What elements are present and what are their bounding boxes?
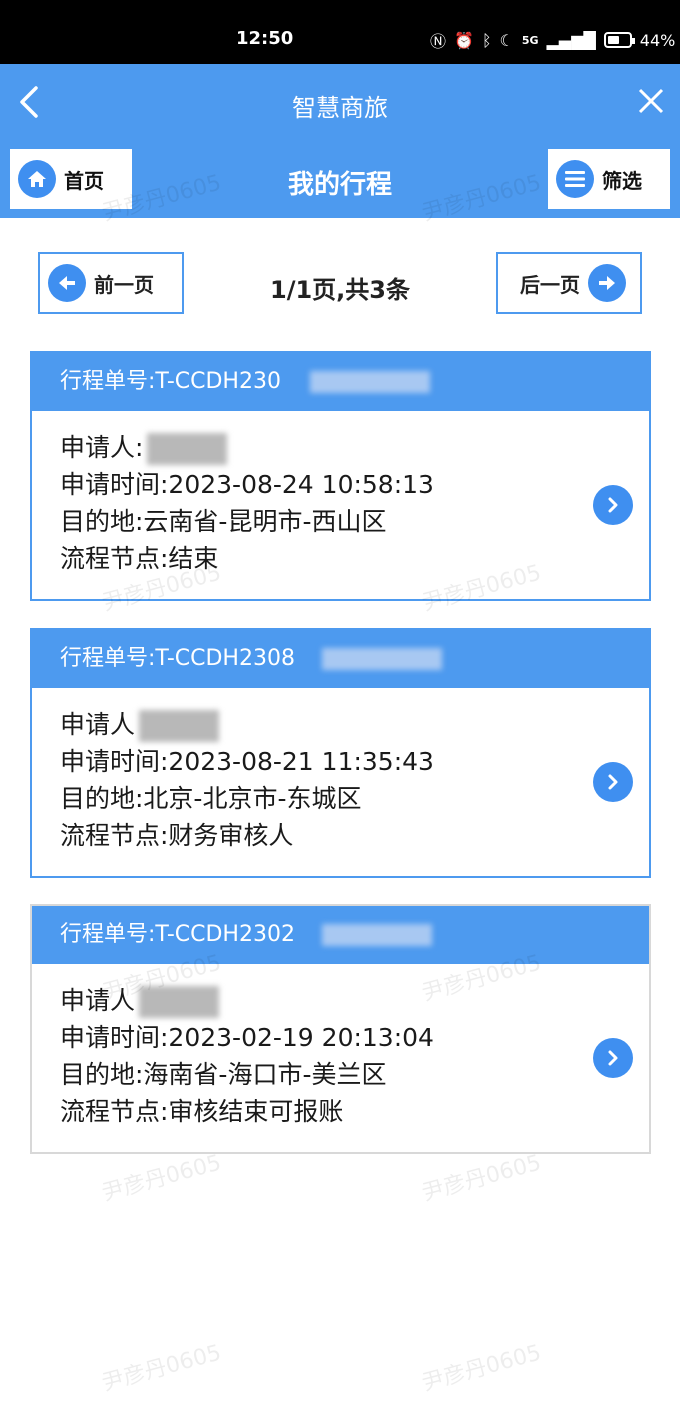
chevron-right-icon[interactable]: [593, 485, 633, 525]
trip-order-number: 行程单号:T-CCDH230: [32, 353, 649, 411]
trip-order-number: 行程单号:T-CCDH2302: [32, 906, 649, 964]
trip-process-node: 流程节点:结束: [60, 544, 219, 573]
redacted-name: [139, 710, 220, 742]
trip-process-node: 流程节点:财务审核人: [60, 821, 294, 850]
trip-destination: 目的地:海南省-海口市-美兰区: [60, 1060, 387, 1089]
trip-details: 申请人 申请时间:2023-02-19 20:13:04 目的地:海南省-海口市…: [32, 964, 649, 1152]
arrow-right-icon: [588, 264, 626, 302]
status-icons: Ⓝ ⏰ ᛒ ☾ 5G ▂▄▆█ 44%: [430, 28, 675, 52]
trip-process-node: 流程节点:审核结束可报账: [60, 1097, 344, 1126]
next-page-button[interactable]: 后一页: [496, 252, 642, 314]
menu-icon: [556, 160, 594, 198]
trip-applicant: 申请人:: [60, 429, 621, 466]
battery-icon: [603, 32, 635, 48]
filter-label: 筛选: [602, 168, 642, 193]
trip-destination: 目的地:云南省-昆明市-西山区: [60, 507, 387, 536]
battery-percent: 44%: [639, 30, 676, 50]
redacted-blur: [322, 924, 432, 946]
trip-apply-time: 申请时间:2023-02-19 20:13:04: [60, 1023, 434, 1052]
trip-order-number: 行程单号:T-CCDH2308: [32, 630, 649, 688]
trip-applicant: 申请人: [60, 706, 621, 743]
moon-icon: ☾: [499, 30, 514, 50]
status-time: 12:50: [236, 28, 294, 49]
nfc-icon: Ⓝ: [430, 32, 447, 51]
trip-card[interactable]: 行程单号:T-CCDH230 申请人: 申请时间:2023-08-24 10:5…: [30, 351, 651, 601]
bluetooth-icon: ᛒ: [481, 30, 492, 50]
chevron-right-icon[interactable]: [593, 1038, 633, 1078]
app-title: 智慧商旅: [292, 94, 388, 122]
filter-button[interactable]: 筛选: [548, 149, 670, 209]
watermark: 尹彦丹0605: [419, 1150, 544, 1207]
redacted-name: [139, 986, 220, 1018]
prev-page-label: 前一页: [94, 272, 154, 297]
trip-applicant: 申请人: [60, 982, 621, 1019]
trip-card[interactable]: 行程单号:T-CCDH2302 申请人 申请时间:2023-02-19 20:1…: [30, 904, 651, 1154]
trip-details: 申请人: 申请时间:2023-08-24 10:58:13 目的地:云南省-昆明…: [32, 411, 649, 599]
signal-bars-icon: ▂▄▆█: [546, 30, 596, 50]
trip-destination: 目的地:北京-北京市-东城区: [60, 784, 362, 813]
arrow-left-icon: [48, 264, 86, 302]
signal-icon: 5G: [521, 33, 539, 47]
watermark: 尹彦丹0605: [99, 1150, 224, 1207]
watermark: 尹彦丹0605: [99, 1340, 224, 1397]
trip-apply-time: 申请时间:2023-08-24 10:58:13: [60, 470, 434, 499]
watermark: 尹彦丹0605: [419, 1340, 544, 1397]
alarm-icon: ⏰: [454, 30, 474, 50]
close-icon[interactable]: [636, 86, 666, 116]
trip-details: 申请人 申请时间:2023-08-21 11:35:43 目的地:北京-北京市-…: [32, 688, 649, 876]
redacted-blur: [322, 648, 442, 670]
toolbar: 首页 我的行程 筛选: [0, 140, 680, 218]
chevron-right-icon[interactable]: [593, 762, 633, 802]
redacted-name: [147, 433, 228, 465]
status-bar: 12:50 Ⓝ ⏰ ᛒ ☾ 5G ▂▄▆█ 44%: [0, 0, 680, 64]
page-info: 1/1页,共3条: [270, 276, 410, 304]
trip-card[interactable]: 行程单号:T-CCDH2308 申请人 申请时间:2023-08-21 11:3…: [30, 628, 651, 878]
app-bar: 智慧商旅: [0, 64, 680, 140]
prev-page-button[interactable]: 前一页: [38, 252, 184, 314]
next-page-label: 后一页: [520, 272, 580, 297]
trip-apply-time: 申请时间:2023-08-21 11:35:43: [60, 747, 434, 776]
redacted-blur: [310, 371, 430, 393]
